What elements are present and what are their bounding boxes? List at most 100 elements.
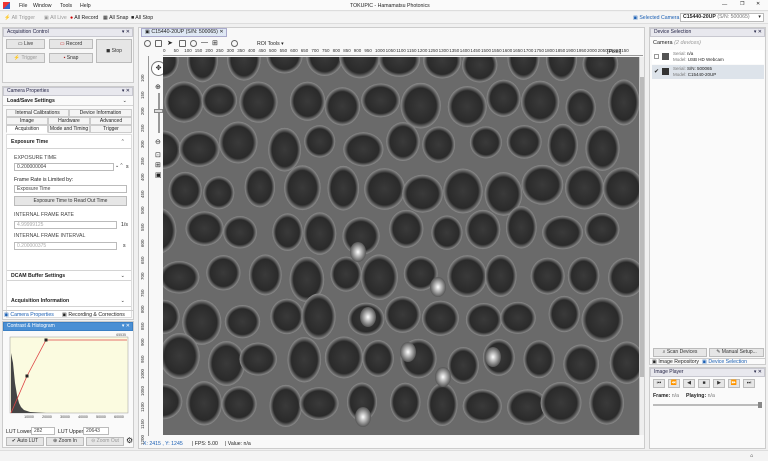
tab-advanced[interactable]: Advanced <box>90 117 132 125</box>
lut-lower-input[interactable]: 282 <box>31 427 55 435</box>
x-ruler-tick: 950 <box>364 48 372 53</box>
line-tool-icon[interactable]: — <box>201 39 208 46</box>
settings-icon[interactable] <box>144 40 151 47</box>
crosshair-icon[interactable] <box>231 40 238 47</box>
microscope-image[interactable] <box>163 57 639 435</box>
live-button[interactable]: ▭ Live <box>6 39 45 49</box>
close-tab-icon[interactable]: ✕ <box>219 29 223 35</box>
viewer-tab[interactable]: ▣ C15440-20UP (S/N: 500065) ✕ <box>141 28 227 37</box>
device-item[interactable]: Serial: n/a Model: USB HD Webcam <box>652 50 764 64</box>
profile-tool-icon[interactable]: ⊞ <box>212 39 218 47</box>
cell <box>362 340 394 377</box>
playback-slider[interactable] <box>653 404 761 406</box>
last-frame-icon[interactable]: ⏭ <box>743 379 755 388</box>
x-ruler-tick: 1750 <box>534 48 545 53</box>
exposure-time-section[interactable]: Exposure Time ⌃ <box>7 135 131 149</box>
app-logo-icon <box>3 2 10 9</box>
hist-xtick-4: 40000 <box>78 415 88 419</box>
zoom-out-icon[interactable]: ⊖ <box>155 138 161 146</box>
restore-icon[interactable]: ❐ <box>740 1 745 7</box>
cell <box>521 164 564 205</box>
prev-frame-icon[interactable]: ◀ <box>683 379 695 388</box>
settings-gear-icon[interactable]: ⚙ <box>126 436 133 445</box>
cell <box>565 89 596 127</box>
x-ruler-tick: 500 <box>269 48 277 53</box>
zoom-out-button[interactable]: ⊖ Zoom Out <box>86 437 124 446</box>
exposure-stepper-icon[interactable]: ⌄⌃ <box>115 163 124 169</box>
playback-slider-thumb[interactable] <box>758 402 762 408</box>
zoom-slider-thumb[interactable] <box>154 109 163 113</box>
menu-file[interactable]: File <box>19 3 27 9</box>
zoom-in-button[interactable]: ⊕ Zoom In <box>46 437 84 446</box>
window-title: TOKUPIC - Hamamatsu Photonics <box>350 3 430 9</box>
notification-bell-icon[interactable]: ⌂ <box>750 453 753 459</box>
prev-fast-icon[interactable]: ⏪ <box>668 379 680 388</box>
device-item[interactable]: ✔ Serial: S/N: 500065 Model: C15440-20UP <box>652 65 764 79</box>
bright-cell <box>435 367 451 387</box>
menu-help[interactable]: Help <box>80 3 91 9</box>
scan-devices-button[interactable]: ⌕ Scan Devices <box>653 348 707 357</box>
tab-mode-and-timing[interactable]: Mode and Timing <box>48 125 90 133</box>
close-icon[interactable]: ✕ <box>756 1 760 7</box>
lut-upper-input[interactable]: 20643 <box>83 427 109 435</box>
all-record-button[interactable]: ● All Record <box>70 15 98 21</box>
all-trigger-button[interactable]: ⚡ All Trigger <box>4 15 35 21</box>
exposure-input[interactable]: 0.200000004 <box>14 163 114 171</box>
cell <box>431 215 463 250</box>
tab-camera-properties[interactable]: ▣ Camera Properties <box>4 312 54 318</box>
one-to-one-icon[interactable]: ▣ <box>155 171 162 179</box>
roi-tools-dropdown[interactable]: ROI Tools ▾ <box>257 41 284 47</box>
camera-icon <box>662 53 669 60</box>
vertical-scrollbar-thumb[interactable] <box>640 77 644 377</box>
tab-hardware[interactable]: Hardware <box>48 117 90 125</box>
zoom-slider[interactable] <box>158 93 160 133</box>
lut-upper-handle[interactable] <box>44 338 48 342</box>
bright-cell <box>350 242 366 262</box>
lut-lower-handle[interactable] <box>25 374 29 378</box>
x-ruler-tick: 1200 <box>417 48 428 53</box>
device-checkbox[interactable]: ✔ <box>654 68 659 75</box>
menu-tools[interactable]: Tools <box>60 3 72 9</box>
stop-button[interactable]: ◼ Stop <box>96 39 132 63</box>
trigger-button[interactable]: ⚡ Trigger <box>6 53 45 63</box>
grid-icon[interactable]: ⊞ <box>155 161 161 169</box>
fit-icon[interactable]: ⊡ <box>155 151 161 159</box>
all-live-button[interactable]: ▣ All Live <box>44 15 67 21</box>
device-checkbox[interactable] <box>654 54 659 59</box>
all-stop-button[interactable]: ■ All Stop <box>131 15 153 21</box>
first-frame-icon[interactable]: ⏮ <box>653 379 665 388</box>
pointer-icon[interactable]: ➤ <box>167 39 173 47</box>
manual-setup-button[interactable]: ✎ Manual Setup... <box>709 348 764 357</box>
tab-device-selection[interactable]: ▣ Device Selection <box>702 359 747 365</box>
tab-internal-calibrations[interactable]: Internal Calibrations <box>6 109 69 117</box>
tab-recording-corrections[interactable]: ▣ Recording & Corrections <box>62 312 125 318</box>
selected-camera-dropdown[interactable]: C15440-20UP (S/N: 500065) ▾ <box>680 13 764 22</box>
all-snap-button[interactable]: ▦ All Snap <box>103 15 128 21</box>
cell <box>422 126 456 163</box>
ellipse-tool-icon[interactable] <box>190 40 197 47</box>
vertical-scrollbar[interactable] <box>639 57 644 435</box>
play-icon[interactable]: ▶ <box>713 379 725 388</box>
minimize-icon[interactable]: — <box>722 2 727 8</box>
snap-button[interactable]: ▪ Snap <box>49 53 93 63</box>
load-save-section[interactable]: Load/Save Settings ⌄ <box>3 96 133 106</box>
tab-trigger[interactable]: Trigger <box>90 125 132 133</box>
exposure-to-readout-button[interactable]: Exposure Time to Read Out Time <box>14 196 127 206</box>
tab-image-repository[interactable]: ▣ Image Repository <box>652 359 699 365</box>
tab-image[interactable]: Image <box>6 117 48 125</box>
auto-lut-button[interactable]: ✔ Auto LUT <box>6 437 44 446</box>
dcam-buffer-section[interactable]: DCAM Buffer Settings ⌄ <box>7 270 131 281</box>
record-button[interactable]: ▭ Record <box>49 39 93 49</box>
tab-device-information[interactable]: Device Information <box>69 109 132 117</box>
next-fast-icon[interactable]: ⏩ <box>728 379 740 388</box>
menu-window[interactable]: Window <box>33 3 51 9</box>
cell <box>360 254 398 300</box>
rectangle-tool-icon[interactable] <box>179 40 186 47</box>
stop-playback-icon[interactable]: ■ <box>698 379 710 388</box>
layers-icon[interactable] <box>155 40 162 47</box>
zoom-in-icon[interactable]: ⊕ <box>155 83 161 91</box>
y-ruler-tick: 300 <box>140 140 145 148</box>
playing-label: Playing: n/a <box>686 393 715 399</box>
tab-acquisition[interactable]: Acquisition <box>6 125 48 133</box>
acquisition-info-section[interactable]: Acquisition Information ⌄ <box>7 296 131 307</box>
